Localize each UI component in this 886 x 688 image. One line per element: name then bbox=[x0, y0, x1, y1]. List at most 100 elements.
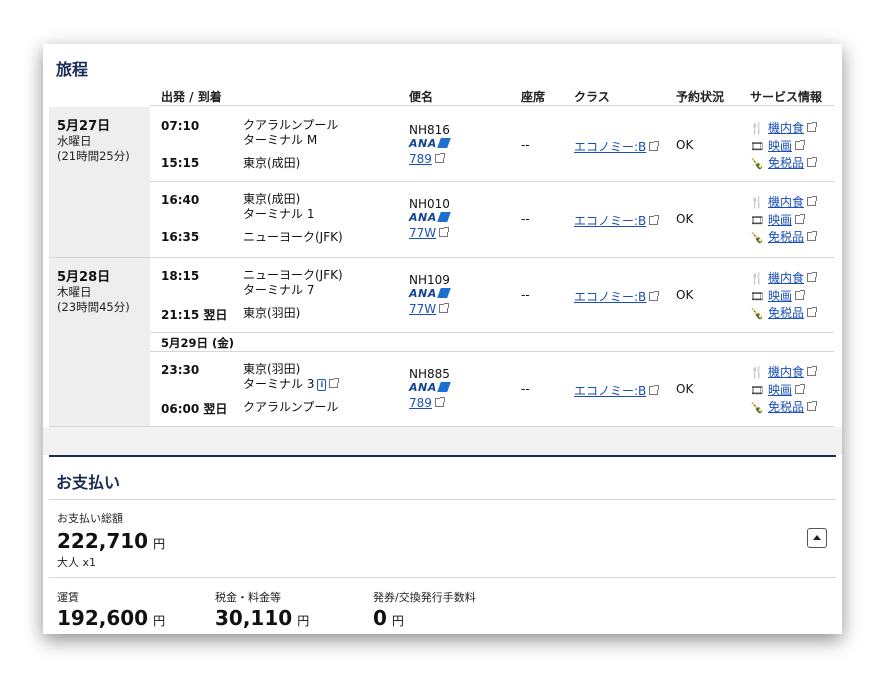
dep-city: 東京(羽田) bbox=[243, 362, 301, 376]
dep-terminal: ターミナル M bbox=[243, 133, 318, 147]
class-link[interactable]: エコノミー:B bbox=[574, 138, 660, 155]
fork-knife-icon: 🍴 bbox=[750, 366, 764, 379]
ana-logo: ANA bbox=[409, 287, 451, 300]
film-icon: 🎞 bbox=[750, 383, 764, 397]
aircraft-link[interactable]: 789 bbox=[409, 396, 445, 410]
external-link-icon bbox=[649, 141, 660, 151]
external-link-icon bbox=[795, 289, 806, 300]
tax-amount: 30,110 円 bbox=[215, 606, 310, 630]
section-gap bbox=[43, 427, 842, 455]
segment-row: 16:40 東京(成田) ターミナル 1 16:35 ニューヨーク(JFK) N… bbox=[150, 182, 834, 257]
external-link-icon bbox=[807, 307, 818, 317]
bottle-icon: 🍾 bbox=[750, 401, 764, 414]
fee-label: 発券/交換発行手数料 bbox=[373, 591, 476, 604]
external-link-icon bbox=[439, 227, 450, 237]
aircraft-link[interactable]: 789 bbox=[409, 152, 445, 166]
header-service: サービス情報 bbox=[750, 90, 823, 104]
fee-amount: 0円 bbox=[373, 606, 404, 630]
ana-logo: ANA bbox=[409, 211, 451, 224]
ana-logo: ANA bbox=[409, 137, 451, 150]
total-label: お支払い総額 bbox=[57, 512, 123, 525]
aircraft-link[interactable]: 77W bbox=[409, 302, 450, 316]
service-list: 🍴 機内食 🎞 映画 🍾 免税品 bbox=[750, 364, 818, 417]
service-meal-link[interactable]: 🍴 機内食 bbox=[750, 270, 818, 288]
service-list: 🍴 機内食 🎞 映画 🍾 免税品 bbox=[750, 270, 818, 323]
flight-number: NH885 bbox=[409, 367, 450, 381]
collapse-toggle-button[interactable] bbox=[807, 528, 827, 548]
external-link-icon bbox=[807, 231, 818, 241]
segment-row: 07:10 クアラルンプール ターミナル M 15:15 東京(成田) NH81… bbox=[150, 107, 834, 181]
dep-city: ニューヨーク(JFK) bbox=[243, 268, 343, 282]
day-date: 5月27日 bbox=[57, 119, 111, 134]
status-value: OK bbox=[676, 382, 694, 396]
dep-terminal: ターミナル 1 bbox=[243, 207, 315, 221]
fare-label: 運賃 bbox=[57, 591, 79, 604]
service-movie-link[interactable]: 🎞 映画 bbox=[750, 212, 816, 230]
class-link[interactable]: エコノミー:B bbox=[574, 288, 660, 305]
flight-number: NH109 bbox=[409, 273, 450, 287]
service-dutyfree-link[interactable]: 🍾 免税品 bbox=[750, 229, 818, 247]
service-movie-link[interactable]: 🎞 映画 bbox=[750, 288, 816, 306]
fork-knife-icon: 🍴 bbox=[750, 122, 764, 135]
external-link-icon bbox=[434, 153, 445, 163]
row-divider bbox=[150, 332, 834, 333]
bottle-icon: 🍾 bbox=[750, 307, 764, 320]
status-value: OK bbox=[676, 212, 694, 226]
service-dutyfree-link[interactable]: 🍾 免税品 bbox=[750, 305, 818, 323]
status-value: OK bbox=[676, 288, 694, 302]
seat-value: -- bbox=[521, 288, 530, 302]
dep-time: 07:10 bbox=[161, 119, 200, 133]
itinerary-title: 旅程 bbox=[56, 60, 89, 79]
arr-time: 16:35 bbox=[161, 230, 200, 244]
bottle-icon: 🍾 bbox=[750, 231, 764, 244]
arr-city: 東京(羽田) bbox=[243, 306, 301, 320]
aircraft-link[interactable]: 77W bbox=[409, 226, 450, 240]
external-link-icon bbox=[434, 397, 445, 407]
service-movie-link[interactable]: 🎞 映画 bbox=[750, 138, 816, 156]
payment-title: お支払い bbox=[56, 473, 121, 492]
service-meal-link[interactable]: 🍴 機内食 bbox=[750, 194, 818, 212]
external-link-icon bbox=[807, 366, 818, 376]
external-link-icon bbox=[807, 196, 818, 206]
arr-time: 21:15 翌日 bbox=[161, 308, 228, 322]
external-link-icon bbox=[649, 385, 660, 395]
passenger-count: 大人 x1 bbox=[57, 556, 97, 569]
service-meal-link[interactable]: 🍴 機内食 bbox=[750, 364, 818, 382]
ana-logo: ANA bbox=[409, 381, 451, 394]
service-movie-link[interactable]: 🎞 映画 bbox=[750, 382, 816, 400]
day-date: 5月28日 bbox=[57, 270, 111, 285]
external-link-icon bbox=[649, 215, 660, 225]
arr-city: 東京(成田) bbox=[243, 156, 301, 170]
external-link-icon bbox=[807, 272, 818, 282]
seat-value: -- bbox=[521, 212, 530, 226]
total-amount: 222,710 円 bbox=[57, 529, 166, 553]
header-seat: 座席 bbox=[521, 90, 546, 104]
class-link[interactable]: エコノミー:B bbox=[574, 382, 660, 399]
terminal-info-icon[interactable]: i bbox=[317, 379, 327, 391]
class-link[interactable]: エコノミー:B bbox=[574, 212, 660, 229]
segment-row: 23:30 東京(羽田) ターミナル 3i 06:00 翌日 クアラルンプール … bbox=[150, 352, 834, 426]
external-link-icon bbox=[649, 291, 660, 301]
header-status: 予約状況 bbox=[676, 90, 725, 104]
dep-city: クアラルンプール bbox=[243, 118, 339, 132]
payment-top-border bbox=[49, 455, 836, 457]
fork-knife-icon: 🍴 bbox=[750, 272, 764, 285]
header-class: クラス bbox=[574, 90, 610, 104]
dep-time: 16:40 bbox=[161, 193, 200, 207]
header-depart-arrive: 出発 / 到着 bbox=[161, 90, 222, 104]
external-link-icon bbox=[795, 139, 806, 150]
service-list: 🍴 機内食 🎞 映画 🍾 免税品 bbox=[750, 120, 818, 173]
service-meal-link[interactable]: 🍴 機内食 bbox=[750, 120, 818, 138]
header-flight: 便名 bbox=[409, 90, 434, 104]
day-weekday: 水曜日 bbox=[57, 134, 92, 148]
external-link-icon bbox=[439, 303, 450, 313]
header-divider bbox=[150, 105, 834, 106]
booking-card: 旅程 出発 / 到着 便名 座席 クラス 予約状況 サービス情報 5月27日 水… bbox=[43, 44, 842, 634]
service-dutyfree-link[interactable]: 🍾 免税品 bbox=[750, 399, 818, 417]
service-dutyfree-link[interactable]: 🍾 免税品 bbox=[750, 155, 818, 173]
external-link-icon bbox=[807, 401, 818, 411]
dep-time: 23:30 bbox=[161, 363, 200, 377]
film-icon: 🎞 bbox=[750, 139, 764, 153]
date-separator: 5月29日 (金) bbox=[161, 336, 235, 350]
external-link-icon bbox=[795, 383, 806, 394]
